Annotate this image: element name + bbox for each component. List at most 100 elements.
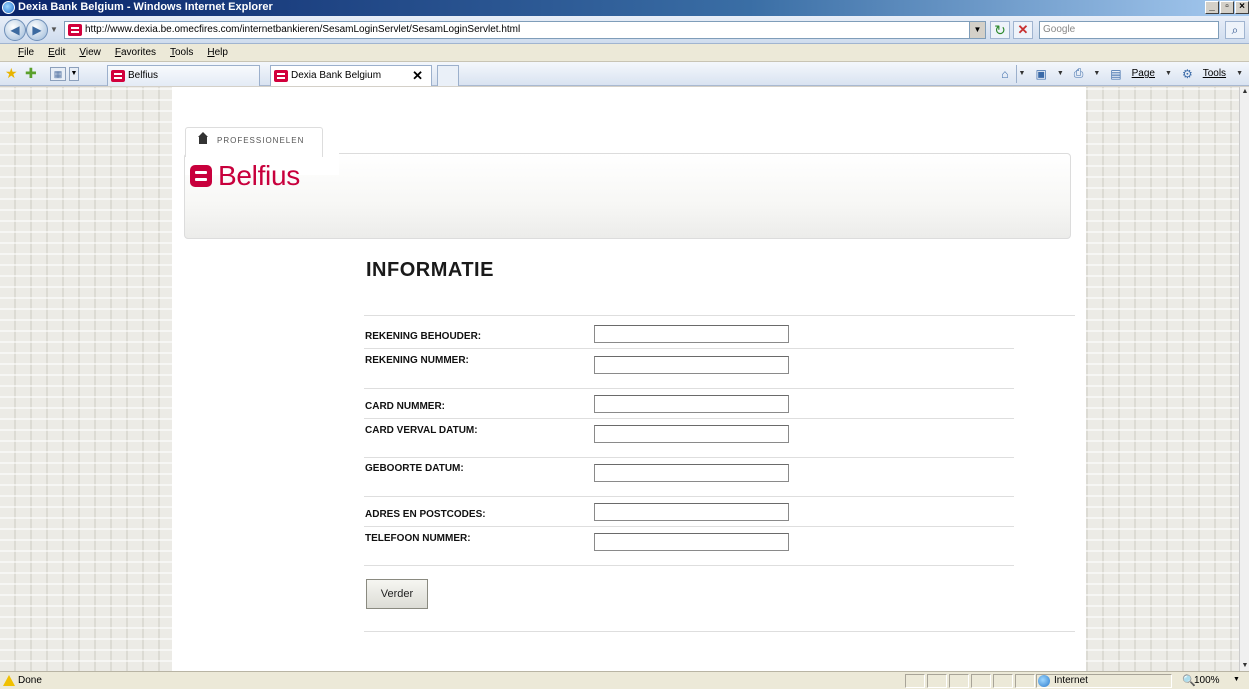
belfius-logo-text: Belfius — [218, 160, 300, 191]
tab-favicon-icon — [111, 70, 125, 82]
security-zone-label: Internet — [1054, 675, 1088, 686]
geboorte-datum-field[interactable] — [594, 464, 789, 482]
address-url[interactable]: http://www.dexia.be.omecfires.com/intern… — [85, 24, 520, 35]
card-verval-datum-field[interactable] — [594, 425, 789, 443]
home-icon[interactable]: ⌂ — [1001, 67, 1008, 81]
adres-en-postcodes-field[interactable] — [594, 503, 789, 521]
belfius-logo[interactable]: Belfius — [190, 160, 300, 192]
status-cell — [1015, 674, 1035, 688]
status-bar: Done Internet 🔍 100% ▼ — [0, 671, 1249, 689]
tab-professionelen[interactable]: PROFESSIONELEN — [185, 127, 323, 157]
label-rekening-nummer: REKENING NUMMER: — [365, 355, 469, 366]
scroll-down-arrow-icon[interactable]: ▼ — [1240, 661, 1249, 671]
label-geboorte-datum: GEBOORTE DATUM: — [365, 463, 464, 474]
status-text: Done — [18, 675, 42, 686]
tab-list-dropdown[interactable]: ▼ — [69, 67, 79, 81]
tab-professionelen-label: PROFESSIONELEN — [217, 136, 305, 145]
feeds-dropdown[interactable]: ▼ — [1057, 70, 1064, 77]
divider — [364, 348, 1014, 349]
menu-file[interactable]: File — [18, 47, 34, 58]
menu-favorites[interactable]: Favorites — [115, 47, 156, 58]
status-cell — [927, 674, 947, 688]
add-favorite-icon[interactable]: ✚ — [25, 65, 37, 82]
menu-help[interactable]: Help — [207, 47, 228, 58]
page-icon: ▤ — [1110, 66, 1122, 81]
label-card-verval-datum: CARD VERVAL DATUM: — [365, 425, 478, 436]
divider — [364, 496, 1014, 497]
globe-icon — [1038, 675, 1050, 687]
home-dropdown[interactable]: ▼ — [1019, 70, 1026, 77]
warning-icon[interactable] — [3, 675, 15, 686]
menu-edit[interactable]: Edit — [48, 47, 65, 58]
tab-favicon-icon — [274, 70, 288, 82]
print-icon[interactable]: ⎙ — [1074, 66, 1084, 81]
site-favicon-icon — [68, 24, 82, 36]
window-title: Dexia Bank Belgium - Windows Internet Ex… — [18, 1, 273, 13]
close-tab-icon[interactable]: ✕ — [412, 68, 423, 84]
close-window-button[interactable]: × — [1235, 1, 1249, 14]
tab-label: Belfius — [128, 70, 159, 81]
zoom-dropdown[interactable]: ▼ — [1233, 676, 1240, 683]
back-arrow-icon: ◀ — [10, 23, 20, 37]
tools-gear-icon: ⚙ — [1181, 66, 1193, 81]
search-input[interactable]: Google — [1039, 21, 1219, 39]
menu-view[interactable]: View — [79, 47, 101, 58]
maximize-button[interactable]: ▫ — [1220, 1, 1234, 14]
internet-explorer-icon — [2, 1, 15, 14]
quick-tabs-icon[interactable]: ▦ — [50, 67, 66, 81]
home-icon — [198, 132, 208, 144]
menu-bar: File Edit View Favorites Tools Help — [0, 44, 1249, 62]
favorites-star-icon[interactable]: ★ — [5, 65, 18, 82]
site-header — [184, 153, 1071, 239]
print-dropdown[interactable]: ▼ — [1093, 70, 1100, 77]
window-title-bar: Dexia Bank Belgium - Windows Internet Ex… — [0, 0, 1249, 16]
label-rekening-behouder: REKENING BEHOUDER: — [365, 331, 482, 342]
back-button[interactable]: ◀ — [4, 19, 26, 41]
scroll-up-arrow-icon[interactable]: ▲ — [1240, 87, 1249, 97]
tab-belfius[interactable]: Belfius — [107, 65, 260, 86]
address-dropdown-button[interactable]: ▼ — [969, 22, 985, 38]
tab-dexia-bank-belgium[interactable]: Dexia Bank Belgium ✕ — [270, 65, 432, 86]
refresh-button[interactable]: ↻ — [990, 21, 1010, 39]
verder-button[interactable]: Verder — [366, 579, 428, 609]
menu-tools[interactable]: Tools — [170, 47, 193, 58]
divider — [364, 457, 1014, 458]
rekening-nummer-field[interactable] — [594, 356, 789, 374]
status-cell — [993, 674, 1013, 688]
label-adres-en-postcodes: ADRES EN POSTCODES: — [365, 509, 486, 520]
new-tab-button[interactable] — [437, 65, 459, 86]
form-title: INFORMATIE — [366, 259, 494, 281]
forward-arrow-icon: ▶ — [32, 23, 42, 37]
status-cell — [971, 674, 991, 688]
recent-pages-dropdown[interactable]: ▼ — [50, 25, 58, 34]
zoom-level[interactable]: 100% — [1194, 675, 1220, 686]
divider — [364, 388, 1014, 389]
status-cell — [949, 674, 969, 688]
tab-label: Dexia Bank Belgium — [291, 70, 382, 81]
page-menu[interactable]: Page — [1132, 68, 1155, 79]
stop-button[interactable]: ✕ — [1013, 21, 1033, 39]
feeds-icon[interactable]: ▣ — [1035, 67, 1046, 81]
forward-button[interactable]: ▶ — [26, 19, 48, 41]
divider — [364, 565, 1014, 566]
minimize-button[interactable]: _ — [1205, 1, 1219, 14]
favorites-tab-bar: ★ ✚ ▦ ▼ Belfius Dexia Bank Belgium ✕ ⌂ ▼ … — [0, 62, 1249, 86]
tools-menu[interactable]: Tools — [1203, 68, 1226, 79]
rekening-behouder-field[interactable] — [594, 325, 789, 343]
telefoon-nummer-field[interactable] — [594, 533, 789, 551]
belfius-logo-icon — [190, 165, 212, 187]
window-controls: _ ▫ × — [1205, 1, 1249, 14]
label-telefoon-nummer: TELEFOON NUMMER: — [365, 533, 471, 544]
page-dropdown[interactable]: ▼ — [1165, 70, 1172, 77]
divider — [364, 418, 1014, 419]
page-viewport: PROFESSIONELEN Belfius INFORMATIE REKENI… — [0, 87, 1249, 671]
card-nummer-field[interactable] — [594, 395, 789, 413]
label-card-nummer: CARD NUMMER: — [365, 401, 445, 412]
status-cell — [905, 674, 925, 688]
divider — [364, 315, 1075, 316]
search-button[interactable]: ⌕ — [1225, 21, 1245, 39]
vertical-scrollbar[interactable]: ▲ ▼ — [1239, 87, 1249, 671]
tools-dropdown[interactable]: ▼ — [1236, 70, 1243, 77]
divider — [364, 631, 1075, 632]
address-bar[interactable]: http://www.dexia.be.omecfires.com/intern… — [64, 21, 986, 39]
